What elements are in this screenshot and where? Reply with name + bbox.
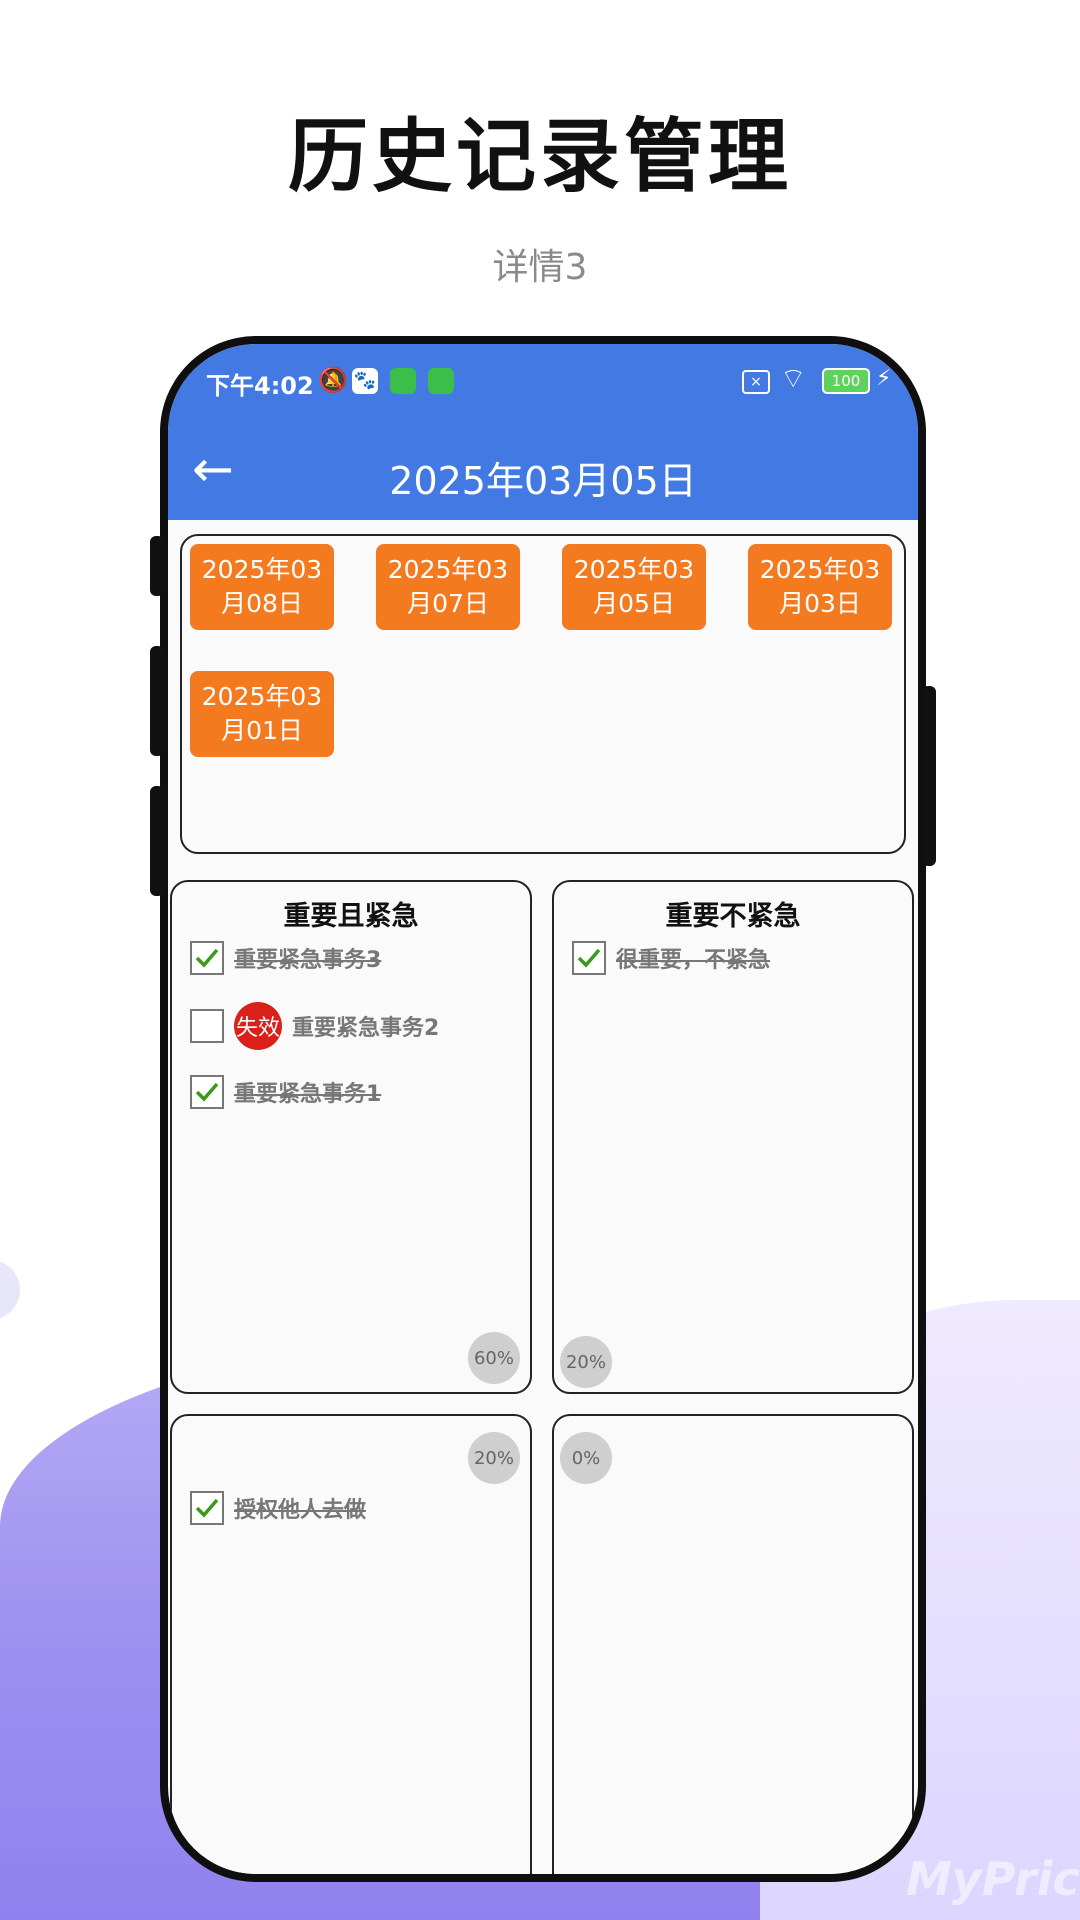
date-chip-line: 月01日	[221, 716, 303, 745]
check-icon	[577, 948, 601, 968]
task-label: 授权他人去做	[234, 1498, 367, 1523]
background-decoration	[0, 1260, 20, 1320]
task-checkbox[interactable]	[190, 1491, 224, 1525]
check-icon	[195, 1082, 219, 1102]
date-chip-line: 月03日	[779, 589, 861, 618]
task-item: 重要紧急事务1	[190, 1072, 381, 1112]
completion-percent: 0%	[560, 1432, 612, 1484]
date-chip[interactable]: 2025年03 月07日	[376, 544, 520, 630]
task-checkbox[interactable]	[190, 1009, 224, 1043]
completion-percent: 60%	[468, 1332, 520, 1384]
task-checkbox[interactable]	[572, 941, 606, 975]
date-chip[interactable]: 2025年03 月05日	[562, 544, 706, 630]
task-item: 很重要，不紧急	[572, 938, 770, 978]
app-bar: ← 2025年03月05日	[168, 424, 918, 520]
date-chip-line: 月07日	[407, 589, 489, 618]
quadrant-delegate: 20% 授权他人去做	[170, 1414, 532, 1874]
task-item: 失效 重要紧急事务2	[190, 1002, 440, 1050]
paw-app-icon: 🐾	[352, 368, 378, 394]
task-label: 很重要，不紧急	[616, 948, 771, 973]
date-chip-line: 2025年03	[387, 555, 509, 584]
task-label: 重要紧急事务3	[234, 948, 382, 973]
completion-percent: 20%	[468, 1432, 520, 1484]
check-icon	[195, 1498, 219, 1518]
date-chip-line: 2025年03	[573, 555, 695, 584]
watermark-logo: MyPrice	[906, 1852, 1080, 1906]
date-chip-line: 2025年03	[201, 682, 323, 711]
task-item: 授权他人去做	[190, 1488, 366, 1528]
task-checkbox[interactable]	[190, 941, 224, 975]
date-chip-line: 2025年03	[759, 555, 881, 584]
task-checkbox[interactable]	[190, 1075, 224, 1109]
quadrant-title: 重要不紧急	[665, 901, 801, 932]
wifi-icon: ⌔	[780, 362, 807, 395]
phone-side-button	[150, 536, 164, 596]
quadrant-important-not-urgent: 重要不紧急 很重要，不紧急 20%	[552, 880, 914, 1394]
date-chip-line: 2025年03	[201, 555, 323, 584]
date-chip[interactable]: 2025年03 月01日	[190, 671, 334, 757]
battery-icon: 100	[822, 368, 870, 394]
quadrant-not-important: 0%	[552, 1414, 914, 1874]
sim-off-icon: ×	[742, 370, 770, 394]
expired-badge: 失效	[234, 1002, 282, 1050]
phone-screen: 下午4:02 🔕 🐾 × ⌔ 100 ⚡ ← 2025年03月05日 2025年…	[168, 344, 918, 1874]
page-title: 2025年03月05日	[389, 459, 697, 503]
task-label: 重要紧急事务2	[292, 1016, 440, 1041]
charging-icon: ⚡	[876, 366, 892, 391]
phone-side-button	[150, 646, 164, 756]
status-bar: 下午4:02 🔕 🐾 × ⌔ 100 ⚡	[168, 344, 918, 424]
check-icon	[195, 948, 219, 968]
date-chip[interactable]: 2025年03 月08日	[190, 544, 334, 630]
task-item: 重要紧急事务3	[190, 938, 381, 978]
promo-headline: 历史记录管理	[288, 110, 792, 203]
completion-percent: 20%	[560, 1336, 612, 1388]
phone-frame: 下午4:02 🔕 🐾 × ⌔ 100 ⚡ ← 2025年03月05日 2025年…	[150, 336, 936, 1882]
android-app-icon	[390, 368, 416, 394]
date-chip-line: 月05日	[593, 589, 675, 618]
status-time: 下午4:02	[206, 372, 314, 400]
task-label: 重要紧急事务1	[234, 1082, 382, 1107]
battery-level: 100	[831, 372, 861, 390]
date-history-panel: 2025年03 月08日 2025年03 月07日 2025年03 月05日 2025…	[180, 534, 906, 854]
promo-subtitle: 详情3	[492, 247, 588, 288]
android-app-icon	[428, 368, 454, 394]
phone-power-button	[922, 686, 936, 866]
quadrant-title: 重要且紧急	[283, 901, 419, 932]
bell-muted-icon: 🔕	[318, 366, 348, 394]
quadrant-important-urgent: 重要且紧急 重要紧急事务3 失效 重要紧急事务2 重要紧急事务1 60%	[170, 880, 532, 1394]
phone-side-button	[150, 786, 164, 896]
date-chip[interactable]: 2025年03 月03日	[748, 544, 892, 630]
date-chip-line: 月08日	[221, 589, 303, 618]
